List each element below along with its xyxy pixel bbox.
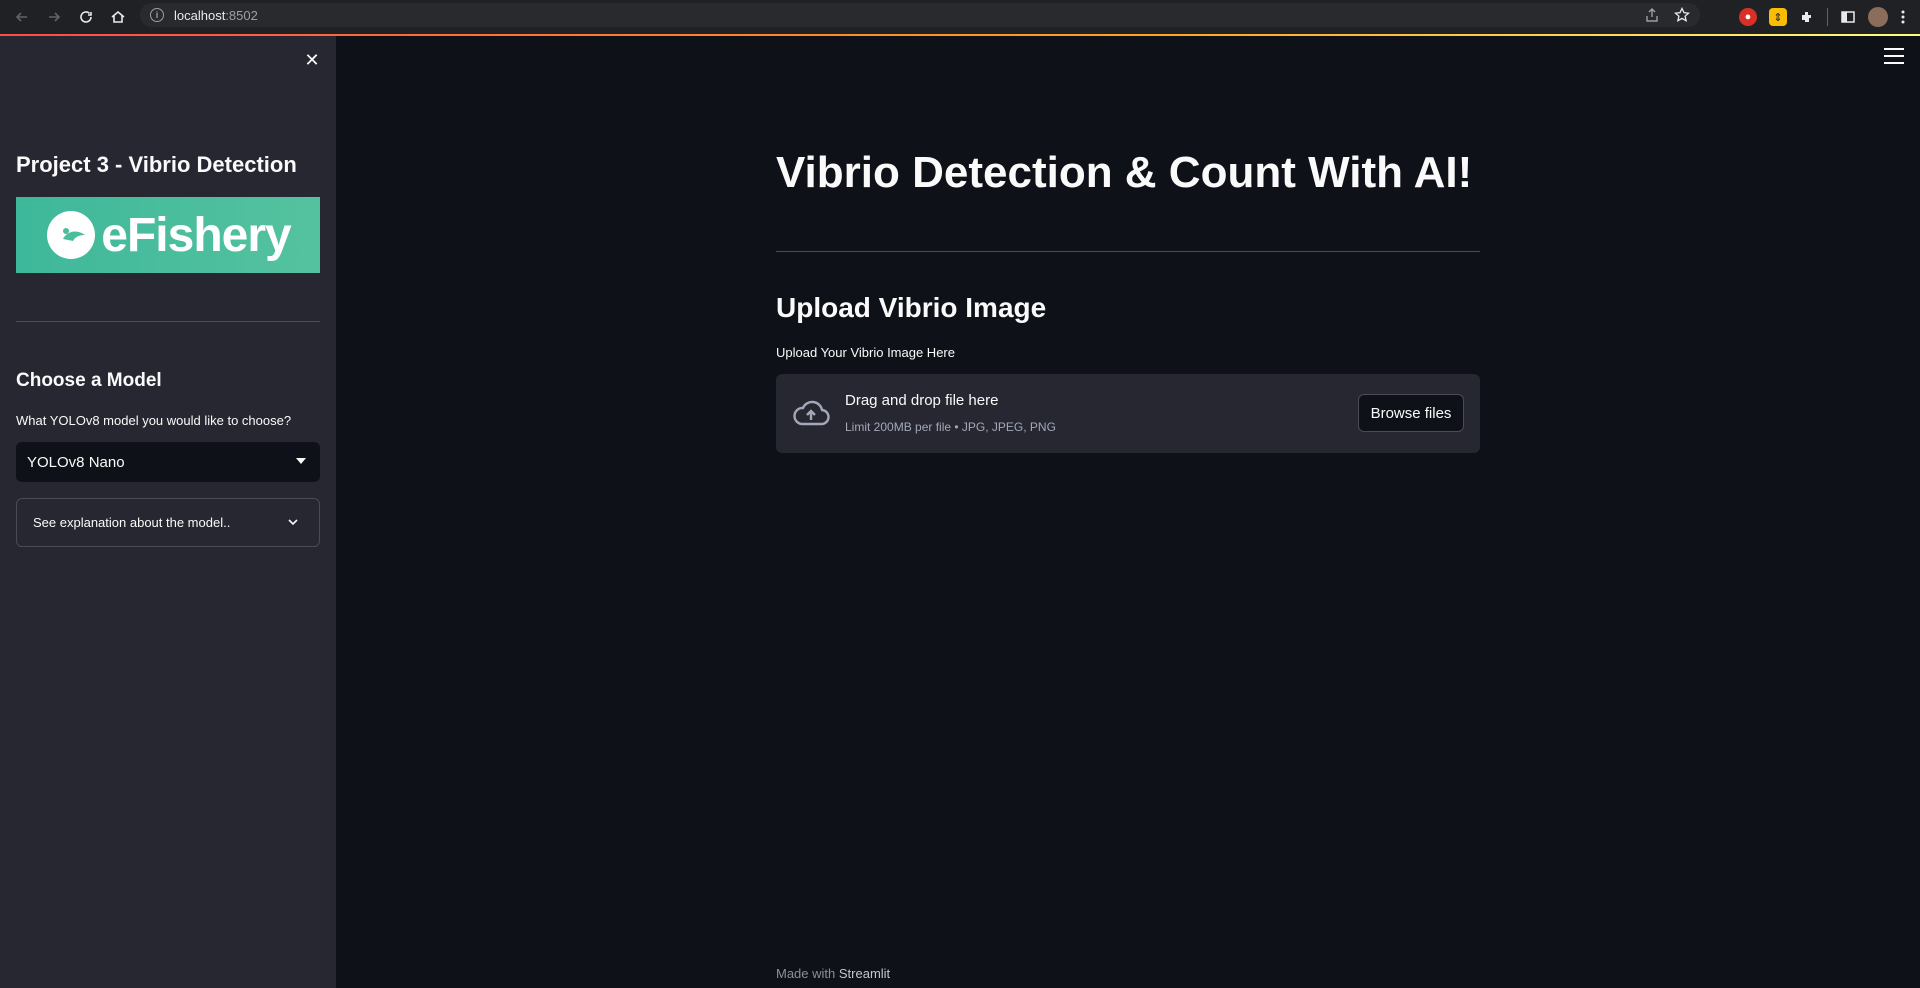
efishery-logo: eFishery (16, 197, 320, 273)
sidebar-title: Project 3 - Vibrio Detection (16, 152, 297, 177)
title-divider (776, 251, 1480, 252)
footer: Made with Streamlit (776, 966, 890, 981)
file-dropzone[interactable]: Drag and drop file here Limit 200MB per … (776, 374, 1480, 453)
fish-logo-icon (47, 211, 96, 259)
footer-made-with: Made with (776, 966, 836, 981)
site-info-icon[interactable]: i (150, 8, 164, 22)
forward-icon[interactable] (38, 3, 70, 31)
upload-label: Upload Your Vibrio Image Here (776, 345, 955, 360)
home-icon[interactable] (102, 3, 134, 31)
url-port: :8502 (225, 7, 258, 23)
profile-avatar[interactable] (1868, 7, 1888, 27)
sidebar-divider (16, 321, 320, 322)
footer-streamlit-link[interactable]: Streamlit (839, 966, 890, 981)
address-bar[interactable]: i localhost:8502 (140, 3, 1700, 27)
main-content: Vibrio Detection & Count With AI! Upload… (336, 36, 1920, 988)
close-sidebar-icon[interactable]: ✕ (300, 48, 324, 72)
dropzone-title: Drag and drop file here (845, 392, 999, 409)
extension-icon-yellow[interactable]: ⇕ (1769, 8, 1787, 26)
browse-files-button[interactable]: Browse files (1358, 394, 1464, 432)
caret-down-icon (296, 458, 306, 464)
cloud-upload-icon (793, 400, 830, 426)
share-icon[interactable] (1644, 7, 1660, 23)
back-icon[interactable] (6, 3, 38, 31)
model-select-label: What YOLOv8 model you would like to choo… (16, 413, 292, 428)
upload-heading: Upload Vibrio Image (776, 292, 1047, 323)
choose-model-heading: Choose a Model (16, 370, 162, 391)
model-explanation-expander[interactable]: See explanation about the model.. (16, 498, 320, 547)
sidebar: ✕ Project 3 - Vibrio Detection eFishery … (0, 36, 336, 988)
expander-label: See explanation about the model.. (33, 515, 231, 530)
extension-icon-red[interactable]: ● (1739, 8, 1757, 26)
more-vert-icon[interactable] (1900, 9, 1906, 25)
model-select[interactable]: YOLOv8 Nano (16, 442, 320, 482)
model-select-value: YOLOv8 Nano (27, 453, 125, 471)
main-menu-icon[interactable] (1884, 48, 1904, 64)
logo-text: eFishery (101, 208, 291, 262)
bookmark-star-icon[interactable] (1674, 7, 1690, 23)
extensions-puzzle-icon[interactable] (1799, 9, 1815, 25)
browser-toolbar: i localhost:8502 ● ⇕ (0, 0, 1920, 34)
dropzone-subtitle: Limit 200MB per file • JPG, JPEG, PNG (845, 420, 1056, 434)
reload-icon[interactable] (70, 3, 102, 31)
chevron-down-icon (288, 519, 298, 526)
page-title: Vibrio Detection & Count With AI! (776, 148, 1473, 197)
side-panel-icon[interactable] (1840, 9, 1856, 25)
url-host: localhost (174, 7, 226, 23)
